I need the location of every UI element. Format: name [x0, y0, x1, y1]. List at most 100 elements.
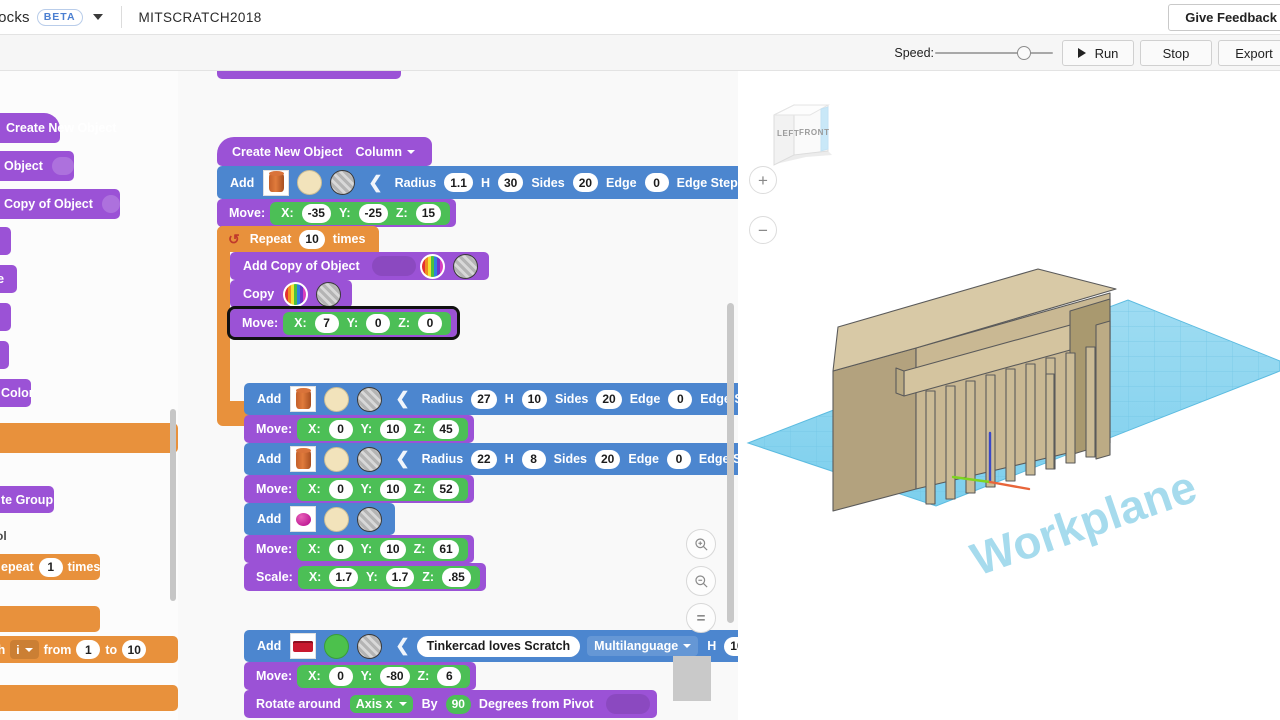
rotate-axis-dropdown[interactable]: Axis x — [349, 695, 413, 713]
color-swatch-icon[interactable] — [297, 170, 323, 195]
workspace-zoom-in-button[interactable] — [686, 529, 716, 559]
scale-y-input[interactable]: 1.7 — [385, 567, 415, 587]
palette-scrollbar[interactable] — [170, 409, 176, 601]
height-input[interactable]: 8 — [521, 449, 546, 469]
material-hatch-icon[interactable] — [316, 281, 342, 307]
speed-slider[interactable] — [935, 46, 1053, 60]
sides-input[interactable]: 20 — [596, 389, 622, 409]
height-input[interactable]: 10 — [521, 389, 547, 409]
move-x-input[interactable]: -35 — [301, 203, 331, 223]
radius-input[interactable]: 27 — [471, 389, 497, 409]
move-x-input[interactable]: 0 — [328, 419, 353, 439]
palette-block-count-body[interactable] — [0, 685, 178, 711]
move-x-input[interactable]: 0 — [328, 666, 353, 686]
block-add-cylinder-27[interactable]: Add ❮ Radius 27 H 10 Sides 20 Edge 0 Edg… — [244, 383, 738, 415]
material-hatch-icon[interactable] — [357, 446, 383, 472]
move-z-input[interactable]: 15 — [415, 203, 442, 223]
move-x-input[interactable]: 0 — [328, 539, 353, 559]
count-variable-dropdown[interactable]: i — [10, 640, 39, 659]
move-z-input[interactable]: 45 — [433, 419, 459, 439]
block-add-text[interactable]: Add ❮ Tinkercad loves Scratch Multilangu… — [244, 630, 738, 662]
stop-button[interactable]: Stop — [1140, 40, 1212, 66]
scale-x-input[interactable]: 1.7 — [329, 567, 359, 587]
rotate-degrees-input[interactable]: 90 — [445, 694, 471, 714]
block-create-new-object[interactable]: Create New Object Column — [217, 137, 432, 166]
scale-z-input[interactable]: .85 — [442, 567, 471, 587]
object-slot[interactable] — [371, 256, 416, 276]
palette-block-count-with[interactable]: nt with i from 1 to 10 — [0, 636, 178, 663]
edge-input[interactable]: 0 — [666, 449, 691, 469]
speed-slider-thumb[interactable] — [1017, 46, 1031, 60]
workspace-scrollbar[interactable] — [727, 303, 734, 623]
shape-sphere-icon[interactable] — [290, 506, 317, 532]
shape-cylinder-icon[interactable] — [290, 446, 317, 472]
block-add-sphere[interactable]: Add — [244, 503, 396, 535]
chevron-down-icon[interactable] — [92, 14, 103, 20]
3d-viewport[interactable]: Workplane LEFT FRONT + − — [738, 71, 1280, 720]
palette-block-create-group[interactable]: te Group — [0, 486, 54, 513]
object-slot[interactable] — [51, 157, 74, 175]
radius-input[interactable]: 22 — [471, 449, 497, 469]
color-swatch-icon[interactable] — [324, 446, 350, 472]
palette-block-copy-of-object[interactable]: Copy of Object — [0, 189, 120, 219]
object-slot[interactable] — [101, 195, 120, 213]
text-input[interactable]: Tinkercad loves Scratch — [416, 635, 581, 657]
color-swatch-icon[interactable] — [324, 633, 350, 659]
move-z-input[interactable]: 52 — [433, 479, 459, 499]
radius-input[interactable]: 1.1 — [444, 173, 473, 192]
object-type-dropdown[interactable]: Column — [347, 142, 422, 162]
height-input[interactable]: 10 — [724, 636, 738, 656]
color-swatch-icon[interactable] — [324, 506, 350, 532]
material-hatch-icon[interactable] — [357, 633, 383, 659]
material-hatch-icon[interactable] — [452, 253, 478, 279]
material-hatch-icon[interactable] — [330, 170, 356, 195]
material-hatch-icon[interactable] — [357, 386, 383, 412]
block-move-2c[interactable]: Move: X: 0 Y: 10 Z: 61 — [244, 535, 474, 563]
view-cube-face-left[interactable]: LEFT — [777, 129, 799, 138]
export-button[interactable]: Export — [1218, 40, 1280, 66]
view-cube[interactable]: LEFT FRONT — [766, 93, 844, 176]
collapse-left-icon[interactable]: ❮ — [368, 173, 382, 193]
move-y-input[interactable]: 0 — [366, 313, 391, 333]
collapse-left-icon[interactable]: ❮ — [395, 449, 409, 469]
give-feedback-button[interactable]: Give Feedback — [1168, 4, 1280, 31]
sides-input[interactable]: 20 — [572, 173, 599, 192]
palette-block-7[interactable]: y — [0, 341, 9, 369]
block-add-column[interactable]: Add ❮ Radius 1.1 H 30 Sides 20 Edge 0 Ed… — [217, 166, 738, 199]
script-block-partial-top[interactable] — [217, 71, 401, 79]
workspace-zoom-reset-button[interactable]: = — [686, 603, 716, 633]
height-input[interactable]: 30 — [497, 173, 524, 192]
move-x-input[interactable]: 7 — [314, 313, 339, 333]
move-y-input[interactable]: -25 — [358, 203, 388, 223]
block-move-inner-selected[interactable]: Move: X: 7 Y: 0 Z: 0 — [226, 306, 461, 340]
project-name[interactable]: MITSCRATCH2018 — [139, 10, 262, 25]
palette-block-6[interactable]: e — [0, 303, 11, 331]
block-move-2a[interactable]: Move: X: 0 Y: 10 Z: 45 — [244, 415, 474, 443]
font-dropdown[interactable]: Multilanguage — [587, 636, 699, 656]
palette-block-repeat-body[interactable] — [0, 606, 100, 632]
collapse-left-icon[interactable]: ❮ — [395, 389, 409, 409]
shape-cylinder-icon[interactable] — [290, 386, 317, 412]
block-rotate-around[interactable]: Rotate around Axis x By 90 Degrees from … — [244, 690, 657, 718]
block-add-cylinder-22[interactable]: Add ❮ Radius 22 H 8 Sides 20 Edge 0 Edge… — [244, 443, 738, 475]
color-swatch-icon[interactable] — [324, 386, 350, 412]
material-hatch-icon[interactable] — [357, 506, 383, 532]
color-rainbow-icon[interactable] — [419, 253, 445, 279]
block-add-copy-of-object[interactable]: Add Copy of Object — [230, 252, 489, 280]
script-workspace[interactable]: Create New Object Column Add ❮ Radius 1.… — [178, 71, 738, 720]
pivot-slot[interactable] — [605, 694, 650, 714]
block-palette[interactable]: Create New Object Object Copy of Object … — [0, 71, 178, 720]
repeat-count-input[interactable]: 10 — [299, 229, 325, 249]
count-to-input[interactable]: 10 — [122, 640, 147, 659]
block-repeat-header[interactable]: ↻ Repeat 10 times — [217, 226, 380, 252]
move-z-input[interactable]: 61 — [433, 539, 459, 559]
block-scale[interactable]: Scale: X: 1.7 Y: 1.7 Z: .85 — [244, 563, 486, 591]
scratch-logo-icon[interactable] — [290, 633, 317, 659]
palette-block-create-new-object[interactable]: Create New Object — [0, 113, 116, 143]
workspace-zoom-out-button[interactable] — [686, 566, 716, 596]
palette-block-color[interactable]: Color — [0, 379, 34, 407]
run-button[interactable]: Run — [1062, 40, 1134, 66]
sides-input[interactable]: 20 — [595, 449, 621, 469]
edge-input[interactable]: 0 — [668, 389, 693, 409]
move-z-input[interactable]: 0 — [418, 313, 443, 333]
